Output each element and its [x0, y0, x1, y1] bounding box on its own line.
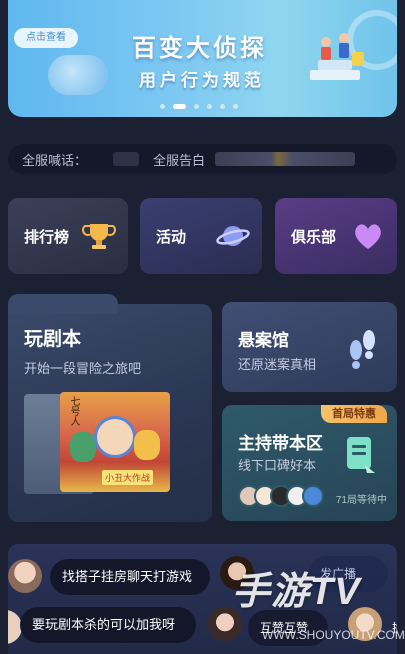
blurred-content	[113, 152, 140, 166]
club-label: 俱乐部	[291, 228, 337, 246]
pagination-dot[interactable]	[220, 104, 225, 109]
waiting-count: 71局等待中	[335, 495, 387, 506]
pagination-dot[interactable]	[160, 104, 165, 109]
announcement-bar[interactable]: 全服喊话： 全服告白	[8, 144, 397, 174]
chat-bubble[interactable]: 找搭子挂房聊天打游戏	[50, 559, 210, 595]
chat-bubble[interactable]: 要玩剧本杀的可以加我呀	[20, 607, 196, 643]
event-banner[interactable]: 点击查看 百变大侦探 用户行为规范	[8, 0, 397, 117]
banner-pagination	[160, 104, 238, 109]
host-room-subtitle: 线下口碑好本	[238, 458, 317, 473]
script-book-icon	[347, 437, 375, 473]
banner-decoration	[48, 55, 108, 95]
banner-title: 百变大侦探	[132, 35, 267, 62]
first-game-discount-badge: 首局特惠	[321, 405, 387, 423]
poster-caption: 小丑大作战	[102, 470, 154, 485]
mystery-hall-card[interactable]: 悬案馆 还原迷案真相	[222, 302, 397, 392]
activity-label: 活动	[156, 228, 187, 246]
ranking-label: 排行榜	[24, 228, 70, 246]
activity-button[interactable]: 活动	[140, 198, 262, 274]
play-script-subtitle: 开始一段冒险之旅吧	[24, 361, 142, 376]
script-poster-front[interactable]: 七号人 小丑大作战	[60, 392, 170, 492]
poster-clown	[94, 416, 136, 458]
mystery-hall-subtitle: 还原迷案真相	[238, 357, 317, 372]
trophy-icon	[82, 224, 116, 249]
watermark-url: WWW.SHOUYOUTV.COM	[262, 628, 405, 642]
club-button[interactable]: 俱乐部	[275, 198, 397, 274]
waiting-player-avatars	[238, 485, 324, 507]
pagination-dot[interactable]	[194, 104, 199, 109]
banner-subtitle: 用户行为规范	[139, 71, 265, 90]
watermark-logo: 手游TV	[232, 571, 361, 613]
pagination-dot[interactable]	[233, 104, 238, 109]
server-confession-label: 全服告白	[153, 152, 206, 168]
server-shout-label: 全服喊话：	[22, 152, 88, 168]
poster-character	[134, 430, 160, 460]
poster-character	[70, 432, 96, 462]
avatar	[302, 485, 324, 507]
play-script-title: 玩剧本	[24, 329, 82, 350]
play-script-card[interactable]: 玩剧本 开始一段冒险之旅吧 七号人 小丑大作战	[8, 294, 212, 522]
ranking-button[interactable]: 排行榜	[8, 198, 128, 274]
banner-view-button[interactable]: 点击查看	[14, 28, 78, 48]
heart-icon	[355, 224, 381, 249]
pagination-dot[interactable]	[207, 104, 212, 109]
poster-vertical-title: 七号人	[68, 396, 79, 426]
avatar[interactable]	[8, 559, 42, 593]
pagination-dot-active[interactable]	[173, 104, 186, 109]
planet-icon	[216, 226, 250, 246]
banner-characters-illustration	[310, 33, 364, 80]
blurred-content	[215, 152, 356, 166]
card-tab-decoration	[8, 294, 118, 314]
mystery-hall-title: 悬案馆	[238, 331, 289, 350]
host-room-title: 主持带本区	[238, 434, 323, 453]
footprint-icon	[350, 330, 375, 369]
host-room-card[interactable]: 首局特惠 主持带本区 线下口碑好本 71局等待中	[222, 405, 397, 521]
